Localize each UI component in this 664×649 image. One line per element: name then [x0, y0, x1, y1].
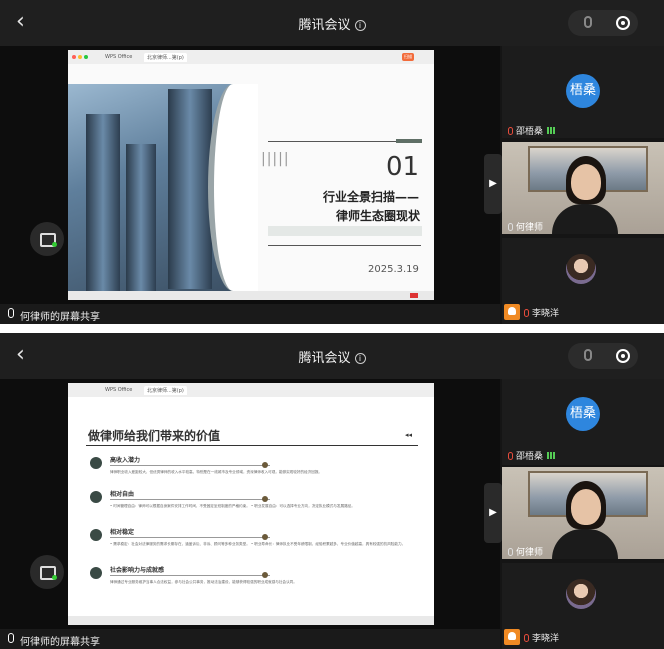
- microphone-icon[interactable]: [584, 16, 592, 28]
- muted-mic-icon: [524, 634, 529, 642]
- muted-mic-icon: [508, 127, 513, 135]
- muted-mic-icon: [524, 309, 529, 317]
- slide-1: ||||| 01 行业全景扫描—— 律师生态圈现状 2025.3.19: [68, 64, 434, 291]
- record-icon[interactable]: [616, 16, 630, 30]
- screen-share-area: WPS Office 北京律师...第(p) 扫描 ||||| 01 行业全景扫…: [0, 46, 500, 304]
- minimize-dot-icon[interactable]: [78, 55, 82, 59]
- chat-icon[interactable]: [30, 222, 64, 256]
- top-bar: ‹ 腾讯会议 i: [0, 333, 664, 379]
- slide-bars: |||||: [261, 151, 290, 167]
- grid-icon: [90, 457, 102, 469]
- microphone-icon: [8, 308, 14, 318]
- slide-title-line2: 律师生态圈现状: [336, 209, 421, 223]
- signal-icon: [547, 127, 556, 134]
- tab-document[interactable]: 北京律师...第(p): [144, 53, 187, 62]
- participant-tile[interactable]: 李晓洋: [502, 563, 664, 649]
- decorative-swoosh: [208, 84, 258, 291]
- share-label: 何律师的屏幕共享: [20, 312, 100, 323]
- close-dot-icon[interactable]: [72, 55, 76, 59]
- share-label: 何律师的屏幕共享: [20, 637, 100, 648]
- signal-icon: [547, 452, 556, 459]
- slide-date: 2025.3.19: [368, 264, 419, 275]
- shield-icon: [90, 491, 102, 503]
- participant-name: 何律师: [516, 223, 544, 233]
- screen-share-area: WPS Office 北京律师...第(p) 做律师给我们带来的价值 ◂◂ 高收…: [0, 379, 500, 629]
- host-icon: [504, 304, 520, 320]
- shared-slide: WPS Office 北京律师...第(p) 做律师给我们带来的价值 ◂◂ 高收…: [68, 383, 434, 625]
- meeting-title: 腾讯会议: [298, 18, 351, 33]
- host-icon: [504, 629, 520, 645]
- share-label-bar: 何律师的屏幕共享: [0, 304, 500, 324]
- tab-document[interactable]: 北京律师...第(p): [144, 386, 187, 395]
- participant-tile[interactable]: 李晓洋: [502, 238, 664, 324]
- top-bar: ‹ 腾讯会议 i: [0, 0, 664, 46]
- control-pill: [568, 10, 638, 36]
- avatar: [566, 254, 596, 284]
- question-icon: [90, 529, 102, 541]
- muted-mic-icon: [508, 452, 513, 460]
- participant-video[interactable]: 何律师: [502, 142, 664, 234]
- meeting-window-1: ‹ 腾讯会议 i WPS Office 北京律师...第(p) 扫描 |||||…: [0, 0, 664, 324]
- maximize-dot-icon[interactable]: [84, 55, 88, 59]
- slide-statusbar: [68, 291, 434, 300]
- record-icon[interactable]: [616, 349, 630, 363]
- slide-number: 01: [386, 152, 420, 182]
- control-pill: [568, 343, 638, 369]
- info-icon[interactable]: i: [354, 20, 366, 31]
- share-label-bar: 何律师的屏幕共享: [0, 629, 500, 649]
- participant-name: 李晓洋: [532, 309, 560, 319]
- browser-tabbar: WPS Office 北京律师...第(p) 扫描: [68, 50, 434, 64]
- wps-badge[interactable]: 扫描: [402, 53, 414, 61]
- participant-name: 何律师: [516, 548, 544, 558]
- microphone-icon: [508, 548, 513, 556]
- participant-tile[interactable]: 梧桑 邵梧桑: [502, 379, 664, 465]
- expand-arrow-icon[interactable]: ▶: [484, 154, 502, 214]
- avatar: 梧桑: [566, 397, 600, 431]
- tab-wps[interactable]: WPS Office: [102, 53, 135, 62]
- avatar: 梧桑: [566, 74, 600, 108]
- info-icon[interactable]: i: [354, 353, 366, 364]
- browser-tabbar: WPS Office 北京律师...第(p): [68, 383, 434, 397]
- slide-2: 做律师给我们带来的价值 ◂◂ 高收入潜力 律师职业收入差距较大，但优秀律师的收入…: [68, 397, 434, 616]
- grid-icon: [90, 567, 102, 579]
- avatar: [566, 579, 596, 609]
- tab-wps[interactable]: WPS Office: [102, 386, 135, 395]
- slide-title-line1: 行业全景扫描——: [323, 190, 420, 204]
- participant-tile[interactable]: 梧桑 邵梧桑: [502, 46, 664, 138]
- microphone-icon[interactable]: [584, 349, 592, 361]
- prev-arrows-icon[interactable]: ◂◂: [405, 431, 412, 439]
- expand-arrow-icon[interactable]: ▶: [484, 483, 502, 543]
- meeting-window-2: ‹ 腾讯会议 i WPS Office 北京律师...第(p) 做律师给我们带来的…: [0, 333, 664, 649]
- slide-heading: 做律师给我们带来的价值: [88, 429, 221, 443]
- meeting-title: 腾讯会议: [298, 351, 351, 366]
- shared-slide: WPS Office 北京律师...第(p) 扫描 ||||| 01 行业全景扫…: [68, 50, 434, 300]
- participant-name: 李晓洋: [532, 634, 560, 644]
- microphone-icon: [8, 633, 14, 643]
- microphone-icon: [508, 223, 513, 231]
- participant-video[interactable]: 何律师: [502, 467, 664, 559]
- chat-icon[interactable]: [30, 555, 64, 589]
- participant-name: 邵梧桑: [516, 452, 544, 462]
- participant-name: 邵梧桑: [516, 127, 544, 137]
- slide-statusbar: [68, 616, 434, 625]
